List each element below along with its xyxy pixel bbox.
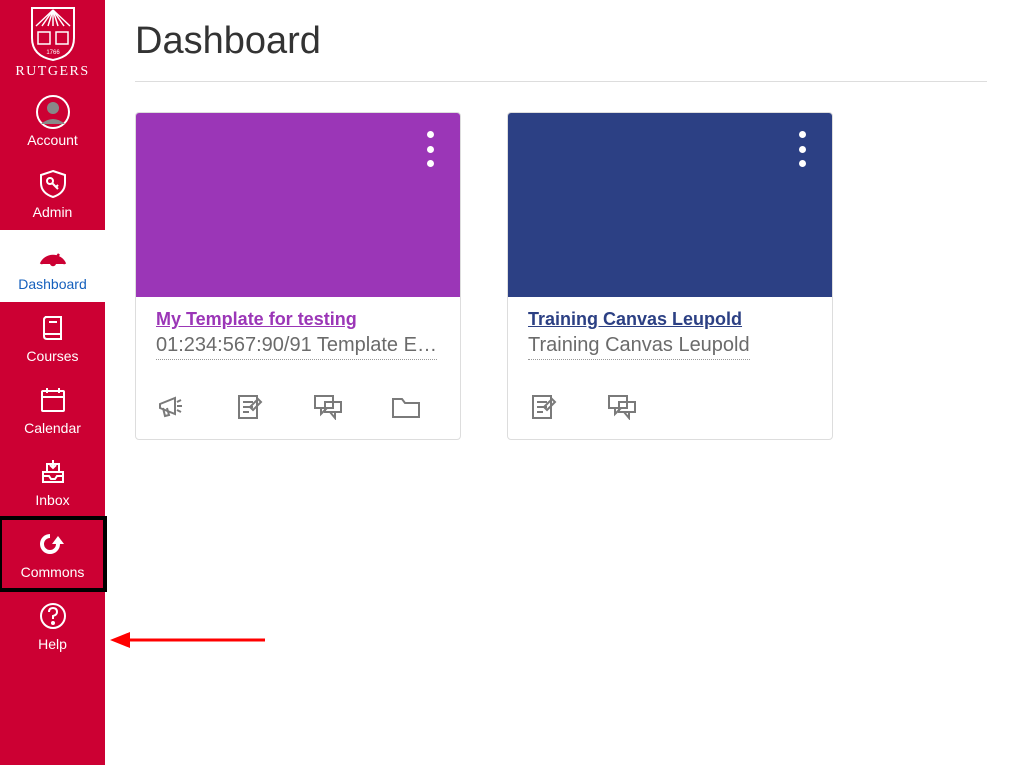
course-card-actions <box>136 379 460 439</box>
course-card-actions <box>508 379 832 439</box>
nav-commons[interactable]: Commons <box>0 518 105 590</box>
assignments-icon[interactable] <box>234 393 266 421</box>
main-content: Dashboard My Template for testing 01:234… <box>105 0 1017 765</box>
dots-vertical-icon <box>427 131 434 138</box>
card-menu-button[interactable] <box>418 131 442 167</box>
course-card-header[interactable] <box>508 113 832 297</box>
dots-vertical-icon <box>799 131 806 138</box>
nav-dashboard[interactable]: Dashboard <box>0 230 105 302</box>
user-circle-icon <box>35 96 71 128</box>
course-title-link[interactable]: My Template for testing <box>156 309 357 330</box>
nav-label: Inbox <box>35 492 69 508</box>
nav-label: Admin <box>33 204 73 220</box>
nav-help[interactable]: Help <box>0 590 105 662</box>
nav-courses[interactable]: Courses <box>0 302 105 374</box>
nav-label: Account <box>27 132 78 148</box>
shield-key-icon <box>38 168 68 200</box>
course-card-body: Training Canvas Leupold Training Canvas … <box>508 297 832 379</box>
course-card[interactable]: My Template for testing 01:234:567:90/91… <box>135 112 461 440</box>
commons-arrow-icon <box>38 528 68 560</box>
course-card-header[interactable] <box>136 113 460 297</box>
course-subtitle[interactable]: Training Canvas Leupold <box>528 334 750 360</box>
brand-logo: 1766 RUTGERS <box>0 0 105 86</box>
nav-inbox[interactable]: Inbox <box>0 446 105 518</box>
discussions-icon[interactable] <box>606 393 638 421</box>
nav-account[interactable]: Account <box>0 86 105 158</box>
nav-calendar[interactable]: Calendar <box>0 374 105 446</box>
nav-label: Help <box>38 636 67 652</box>
help-circle-icon <box>39 600 67 632</box>
course-card[interactable]: Training Canvas Leupold Training Canvas … <box>507 112 833 440</box>
announcements-icon[interactable] <box>156 393 188 421</box>
course-card-body: My Template for testing 01:234:567:90/91… <box>136 297 460 379</box>
files-icon[interactable] <box>390 393 422 421</box>
course-cards: My Template for testing 01:234:567:90/91… <box>135 112 987 440</box>
course-subtitle[interactable]: 01:234:567:90/91 Template E… <box>156 334 437 360</box>
inbox-tray-icon <box>39 456 67 488</box>
svg-text:1766: 1766 <box>46 50 60 56</box>
book-icon <box>39 312 67 344</box>
gauge-icon <box>38 240 68 272</box>
nav-label: Calendar <box>24 420 81 436</box>
page-title: Dashboard <box>135 20 987 63</box>
nav-label: Dashboard <box>18 276 87 292</box>
nav-label: Courses <box>26 348 78 364</box>
global-nav: 1766 RUTGERS Account Admin Dashboard Cou… <box>0 0 105 765</box>
card-menu-button[interactable] <box>790 131 814 167</box>
shield-logo-icon: 1766 <box>28 6 78 62</box>
assignments-icon[interactable] <box>528 393 560 421</box>
brand-name: RUTGERS <box>15 64 89 80</box>
course-title-link[interactable]: Training Canvas Leupold <box>528 309 742 330</box>
nav-admin[interactable]: Admin <box>0 158 105 230</box>
discussions-icon[interactable] <box>312 393 344 421</box>
page-header: Dashboard <box>135 0 987 82</box>
nav-label: Commons <box>21 564 85 580</box>
calendar-icon <box>39 384 67 416</box>
